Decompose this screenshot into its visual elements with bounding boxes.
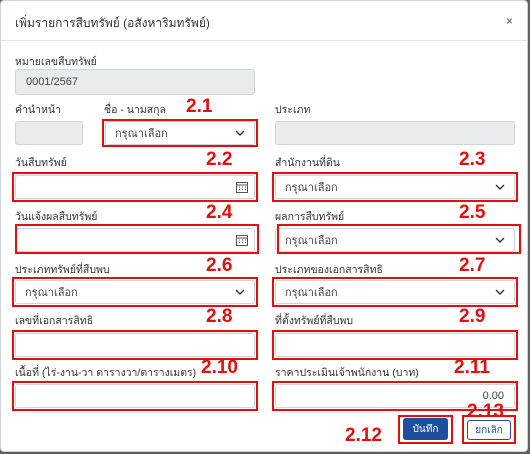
prefix-label: คำนำหน้า [15,104,61,116]
close-icon[interactable]: × [506,14,513,28]
annotation-box-2-7 [272,277,518,307]
asset-no-field: 0001/2567 [15,69,255,95]
modal-title: เพิ่มรายการสืบทรัพย์ (อสังหาริมทรัพย์) [15,16,210,30]
type-label: ประเภท [275,104,311,116]
annotation-label-2-2: 2.2 [206,149,233,170]
annotation-box-2-9 [272,330,518,360]
annotation-box-2-6 [12,277,258,307]
annotation-label-2-7: 2.7 [459,255,486,276]
annotation-label-2-8: 2.8 [206,306,233,327]
add-asset-modal: เพิ่มรายการสืบทรัพย์ (อสังหาริมทรัพย์) ×… [0,0,528,452]
annotation-box-2-8 [12,330,258,360]
annotation-box-2-4 [15,224,259,254]
asset-no-value: 0001/2567 [26,76,78,88]
annotation-label-2-5: 2.5 [459,202,486,223]
annotation-label-2-1: 2.1 [186,96,213,117]
annotation-label-2-12: 2.12 [345,425,382,446]
annotation-box-2-10 [12,381,258,411]
annotation-label-2-4: 2.4 [206,202,233,223]
annotation-box-2-12 [398,415,453,444]
annotation-label-2-9: 2.9 [459,306,486,327]
area-label: เนื้อที่ (ไร่-งาน-วา ตารางวา/ตารางเมตร) [15,367,197,379]
annotation-box-2-3 [272,172,518,202]
annotation-label-2-13: 2.13 [467,401,504,422]
annotation-box-2-2 [12,172,258,202]
annotation-label-2-10: 2.10 [201,357,238,378]
asset-no-label: หมายเลขสืบทรัพย์ [15,56,97,68]
report-date-label: วันแจ้งผลสืบทรัพย์ [15,211,98,223]
asset-type-label: ประเภททรัพย์ที่สืบพบ [15,264,110,276]
fullname-label: ชื่อ - นามสกุล [104,104,166,116]
doc-type-label: ประเภทของเอกสารสิทธิ [275,264,383,276]
annotation-box-2-1 [102,119,258,147]
doc-no-label: เลขที่เอกสารสิทธิ [15,315,94,327]
annotation-label-2-6: 2.6 [206,255,233,276]
location-label: ที่ตั้งทรัพย์ที่สืบพบ [275,315,354,327]
result-label: ผลการสืบทรัพย์ [275,211,345,223]
search-date-label: วันสืบทรัพย์ [15,157,67,169]
annotation-box-2-5 [277,224,521,254]
modal-header: เพิ่มรายการสืบทรัพย์ (อสังหาริมทรัพย์) × [1,1,527,41]
annotation-label-2-3: 2.3 [459,149,486,170]
annotation-label-2-11: 2.11 [454,357,490,378]
price-label: ราคาประเมินเจ้าพนักงาน (บาท) [275,367,419,379]
prefix-field [15,121,83,145]
type-field [275,121,515,145]
office-label: สำนักงานที่ดิน [275,157,340,169]
